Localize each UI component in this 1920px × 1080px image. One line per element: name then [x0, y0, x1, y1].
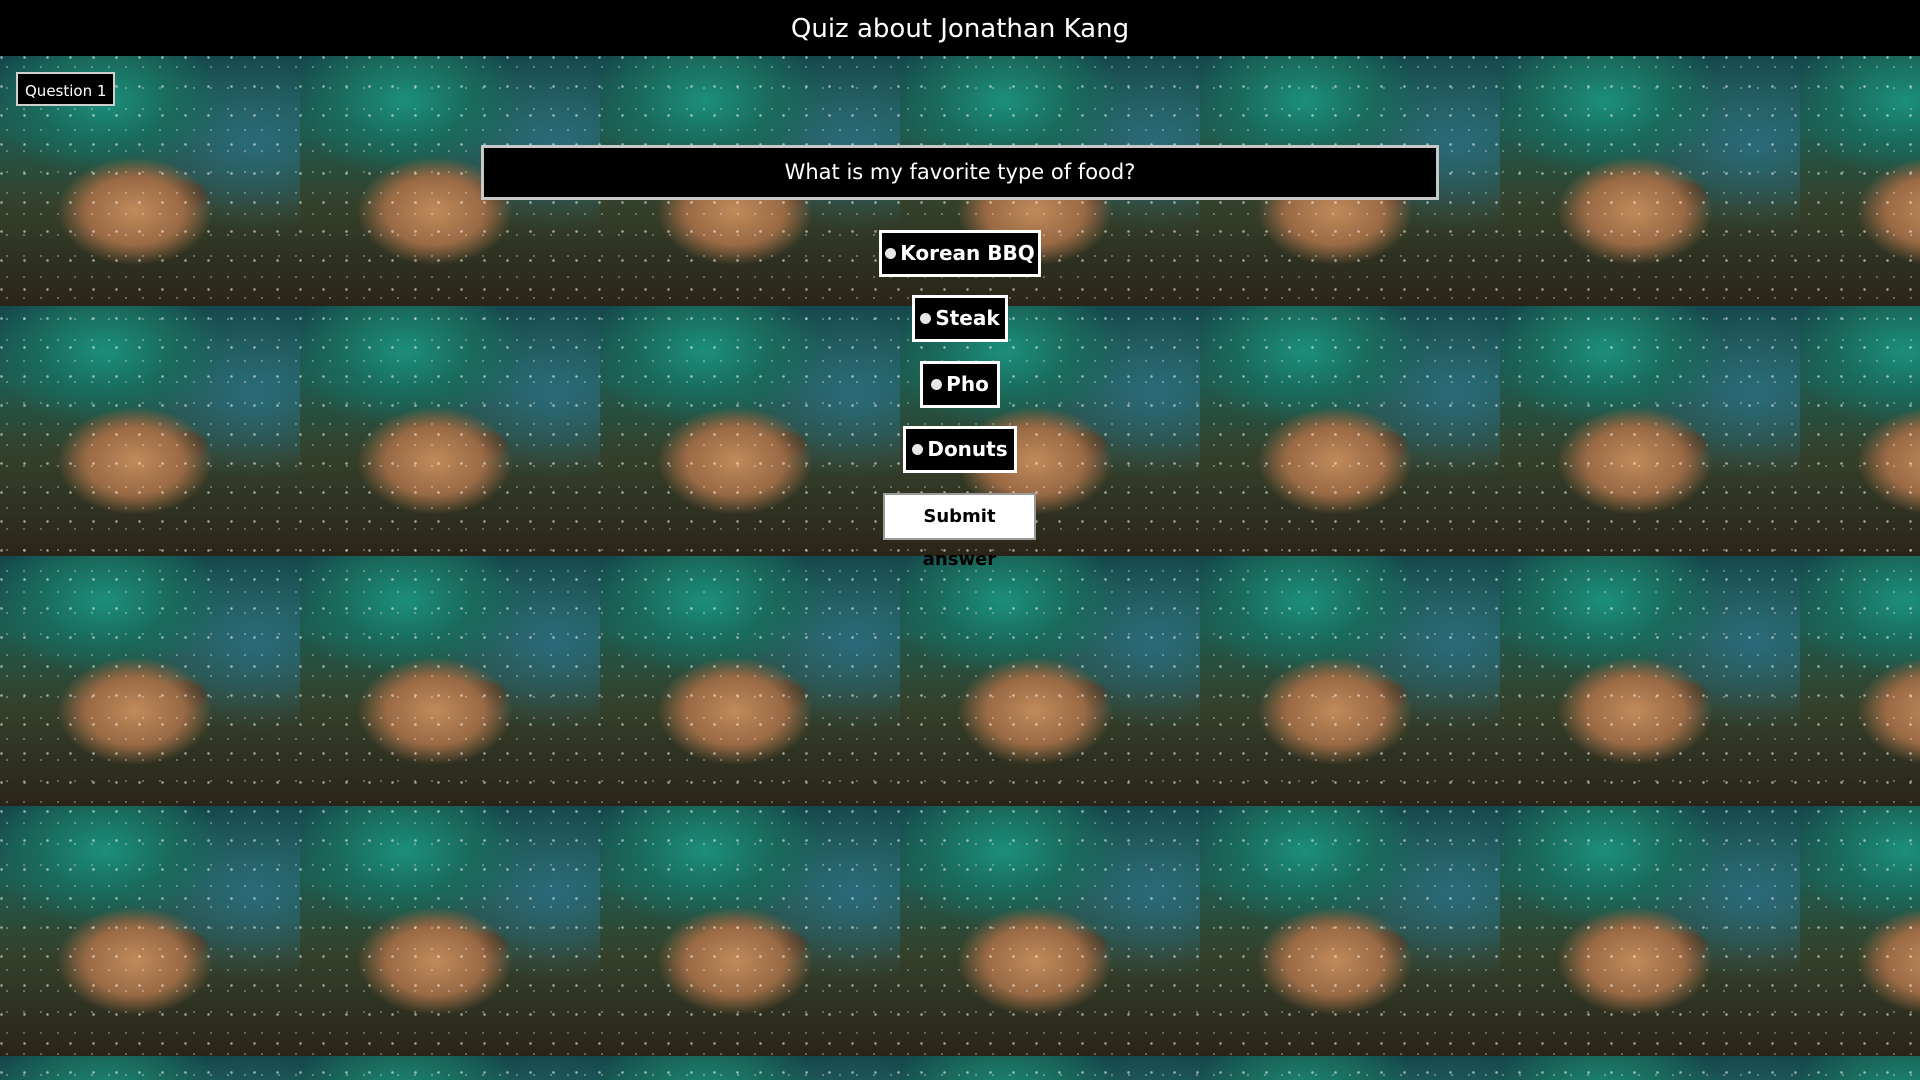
- answer-option-pho[interactable]: Pho: [920, 361, 1000, 408]
- radio-icon: [885, 248, 897, 259]
- answer-option-donuts[interactable]: Donuts: [903, 426, 1017, 473]
- question-text: What is my favorite type of food?: [481, 145, 1439, 200]
- radio-icon: [931, 379, 943, 390]
- page-title: Quiz about Jonathan Kang: [0, 0, 1920, 56]
- question-number-badge: Question 1: [16, 72, 116, 106]
- answer-option-steak[interactable]: Steak: [912, 295, 1008, 342]
- radio-icon: [912, 444, 924, 455]
- radio-icon: [920, 313, 932, 324]
- answer-option-label: Steak: [935, 306, 1000, 330]
- answer-option-label: Pho: [946, 372, 989, 396]
- answer-option-label: Korean BBQ: [900, 241, 1035, 265]
- answer-option-korean-bbq[interactable]: Korean BBQ: [879, 230, 1041, 277]
- answer-option-label: Donuts: [927, 437, 1008, 461]
- submit-answer-button[interactable]: Submit answer: [883, 493, 1036, 570]
